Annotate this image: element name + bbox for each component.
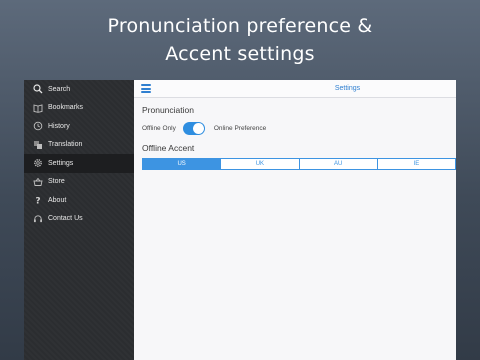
toggle-knob	[192, 122, 204, 134]
sidebar-item-about[interactable]: ? About	[24, 191, 134, 210]
accent-option-us[interactable]: US	[143, 159, 222, 169]
accent-option-ie[interactable]: IE	[377, 159, 456, 169]
search-icon	[33, 84, 43, 94]
navigation-bar: Settings	[134, 80, 456, 98]
sidebar-item-label: Store	[48, 178, 65, 186]
promo-caption: Pronunciation preference & Accent settin…	[0, 12, 480, 68]
basket-icon	[33, 177, 43, 187]
pronunciation-toggle[interactable]	[182, 121, 205, 135]
sidebar-item-label: About	[48, 196, 67, 204]
sidebar-item-label: Bookmarks	[48, 104, 84, 112]
promo-line-1: Pronunciation preference &	[107, 15, 373, 37]
book-icon	[33, 103, 43, 113]
accent-option-uk[interactable]: UK	[221, 159, 300, 169]
sidebar-item-store[interactable]: Store	[24, 173, 134, 192]
page-title: Settings	[334, 85, 361, 92]
settings-panel: Settings Pronunciation Offline Only Onli…	[134, 80, 456, 360]
sidebar: Search Bookmarks History Translation Set…	[24, 80, 134, 360]
sidebar-item-bookmarks[interactable]: Bookmarks	[24, 99, 134, 118]
sidebar-item-label: Settings	[48, 159, 74, 167]
sidebar-item-label: Translation	[48, 141, 83, 149]
translate-icon	[33, 140, 43, 150]
accent-section-title: Offline Accent	[142, 143, 195, 153]
sidebar-item-label: Contact Us	[48, 215, 83, 223]
headset-icon	[33, 214, 43, 224]
svg-text:?: ?	[35, 197, 40, 205]
sidebar-item-label: Search	[48, 85, 71, 93]
pronunciation-section-title: Pronunciation	[142, 105, 194, 115]
app-window: Search Bookmarks History Translation Set…	[24, 80, 456, 360]
accent-segmented-control: US UK AU IE	[142, 158, 456, 170]
sidebar-item-label: History	[48, 122, 70, 130]
question-icon: ?	[33, 195, 43, 205]
offline-only-label: Offline Only	[142, 124, 176, 132]
sidebar-item-translation[interactable]: Translation	[24, 136, 134, 155]
sidebar-item-history[interactable]: History	[24, 117, 134, 136]
sidebar-item-settings[interactable]: Settings	[24, 154, 134, 173]
online-preference-label: Online Preference	[213, 124, 267, 132]
gear-icon	[33, 158, 43, 168]
accent-option-au[interactable]: AU	[299, 159, 378, 169]
pronunciation-row: Offline Only Online Preference	[142, 121, 266, 135]
promo-line-2: Accent settings	[165, 43, 315, 65]
sidebar-item-search[interactable]: Search	[24, 80, 134, 99]
sidebar-item-contact-us[interactable]: Contact Us	[24, 210, 134, 229]
clock-icon	[33, 121, 43, 131]
